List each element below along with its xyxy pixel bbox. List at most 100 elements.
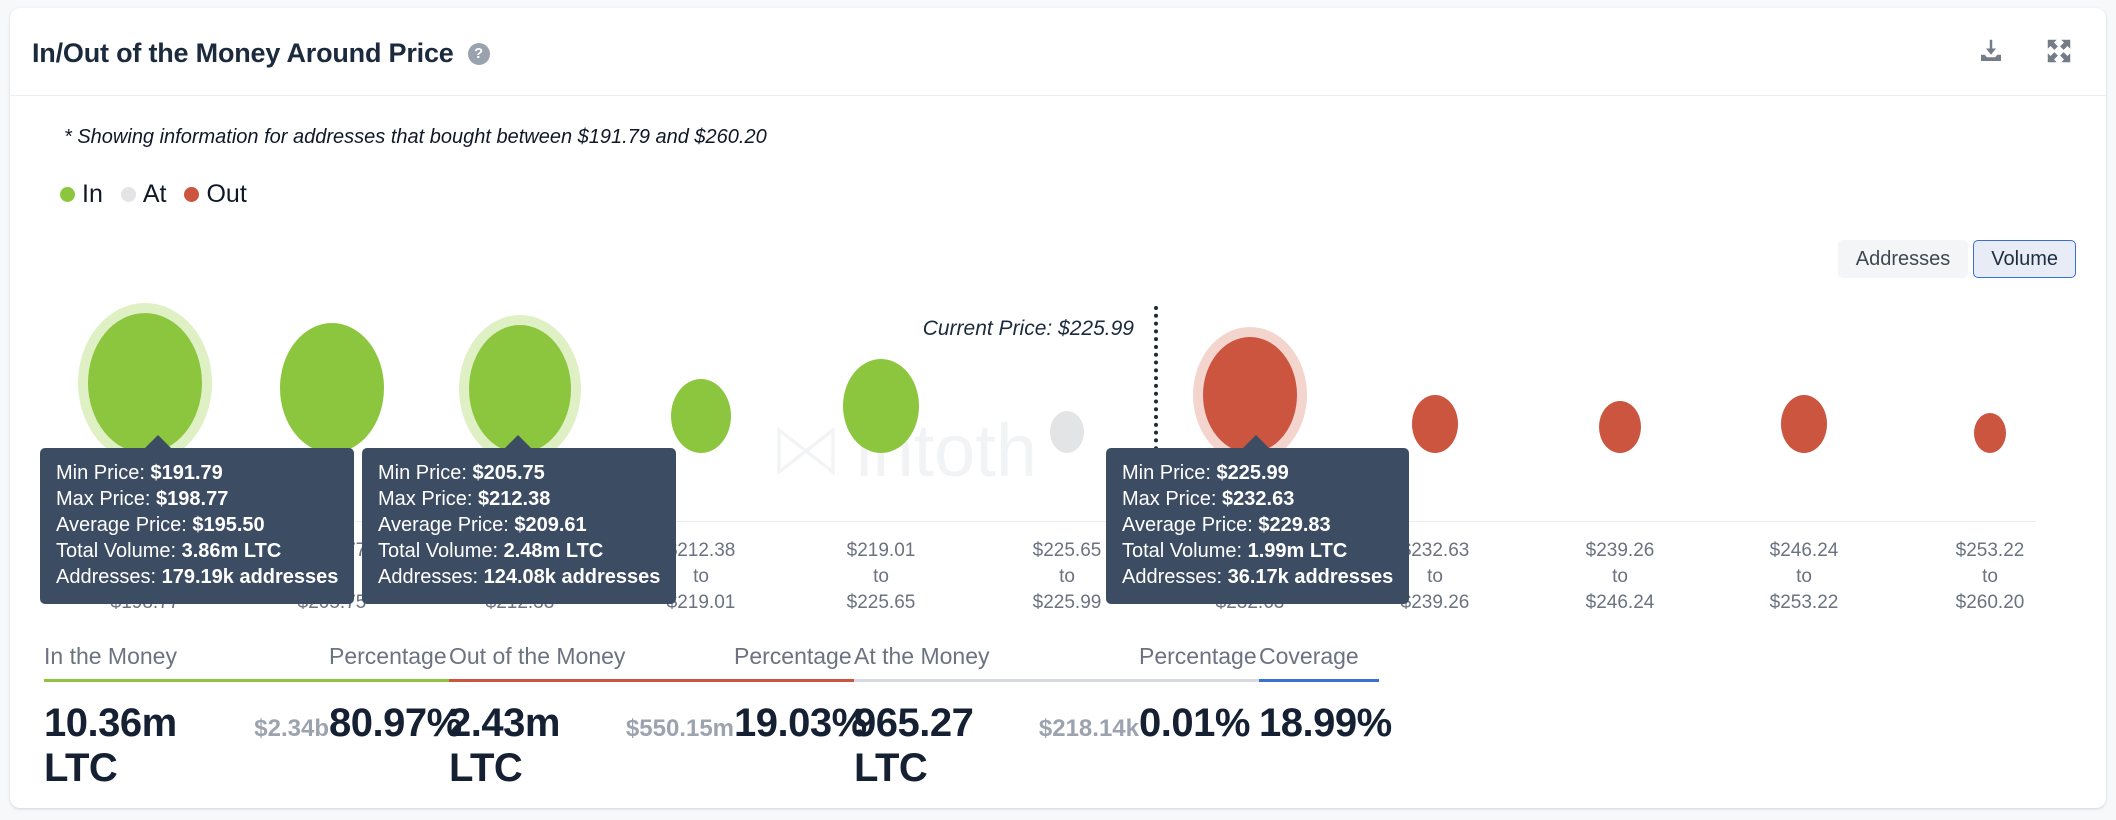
stat-value: 965.27 LTC xyxy=(854,701,974,790)
tooltip-total-volume: Total Volume: 1.99m LTC xyxy=(1122,538,1393,564)
x-axis-tick-line: $253.22 xyxy=(1769,592,1839,613)
tooltip-max-price-value: $232.63 xyxy=(1222,488,1295,510)
x-axis-tick-line: $225.65 xyxy=(1032,540,1102,561)
x-axis-tick-label: $219.01 to $225.65 xyxy=(847,538,916,616)
stat-rule xyxy=(854,679,1139,682)
stat-percentage-1: Percentage 80.97% xyxy=(329,643,462,746)
stat-out-of-the-money-2: Out of the Money 2.43m LTC $550.15m xyxy=(449,643,734,791)
stat-label: In the Money xyxy=(44,643,177,669)
tooltip-total-volume: Total Volume: 3.86m LTC xyxy=(56,538,338,564)
tooltip-avg-price-label: Average Price: xyxy=(378,514,515,536)
tooltip-avg-price-value: $209.61 xyxy=(514,514,587,536)
x-axis-tick-line: $239.26 xyxy=(1400,592,1470,613)
tooltip-min-price: Min Price: $225.99 xyxy=(1122,460,1393,486)
stat-subvalue: $550.15m xyxy=(625,715,734,742)
current-price-label: Current Price: $225.99 xyxy=(922,317,1134,340)
bubble-out-9[interactable] xyxy=(1781,395,1827,453)
bubble-in-4[interactable] xyxy=(843,359,919,453)
x-axis-tick-line: $260.20 xyxy=(1955,592,2025,613)
bubble-in-0[interactable] xyxy=(88,313,202,453)
tooltip-min-price-value: $191.79 xyxy=(150,462,223,484)
tooltip-max-price: Max Price: $198.77 xyxy=(56,486,338,512)
stat-values: 80.97% xyxy=(329,701,462,746)
stat-rule xyxy=(1259,679,1379,682)
x-axis-tick-line: $219.01 xyxy=(846,540,916,561)
stat-label: Percentage xyxy=(1139,643,1257,669)
x-axis-tick-line: to xyxy=(1982,566,1998,587)
x-axis-tick-label: $246.24 to $253.22 xyxy=(1770,538,1839,616)
x-axis-tick-line: $212.38 xyxy=(666,540,736,561)
x-axis-tick-line: to xyxy=(1612,566,1628,587)
chart-card: In/Out of the Money Around Price ? * Sho… xyxy=(10,8,2106,808)
stat-label: At the Money xyxy=(854,643,990,669)
stat-values: 18.99% xyxy=(1259,701,1392,746)
bubble-out-10[interactable] xyxy=(1974,413,2006,453)
tooltip-total-volume-value: 3.86m LTC xyxy=(181,540,282,562)
bubble-out-7[interactable] xyxy=(1412,395,1458,453)
stat-values: 19.03% xyxy=(734,701,867,746)
x-axis-tick-line: $225.65 xyxy=(846,592,916,613)
tooltip-max-price-label: Max Price: xyxy=(56,488,157,510)
stat-values: 0.01% xyxy=(1139,701,1259,746)
bubble-tooltip-2: Min Price: $225.99 Max Price: $232.63 Aver… xyxy=(1106,435,1410,604)
current-price-line xyxy=(1154,306,1158,466)
tooltip-addresses-label: Addresses: xyxy=(1122,566,1228,588)
stat-label: Out of the Money xyxy=(449,643,626,669)
stat-in-the-money-0: In the Money 10.36m LTC $2.34b xyxy=(44,643,329,791)
tooltip-addresses: Addresses: 36.17k addresses xyxy=(1122,564,1393,590)
bubble-in-3[interactable] xyxy=(671,379,731,453)
x-axis-tick-line: to xyxy=(873,566,889,587)
stat-value: 18.99% xyxy=(1259,701,1392,745)
tooltip-arrow-icon xyxy=(504,435,532,449)
stat-percentage-3: Percentage 19.03% xyxy=(734,643,867,746)
bubble-tooltip-1: Min Price: $205.75 Max Price: $212.38 Aver… xyxy=(362,435,677,604)
tooltip-max-price: Max Price: $212.38 xyxy=(378,486,660,512)
stat-rule xyxy=(734,679,854,682)
tooltip-min-price-label: Min Price: xyxy=(1122,462,1217,484)
bubble-at-5[interactable] xyxy=(1050,411,1084,453)
stat-label: Percentage xyxy=(734,643,852,669)
stat-at-the-money-4: At the Money 965.27 LTC $218.14k xyxy=(854,643,1139,791)
stat-value: 80.97% xyxy=(329,701,462,745)
tooltip-avg-price-value: $229.83 xyxy=(1258,514,1331,536)
tooltip-avg-price: Average Price: $195.50 xyxy=(56,512,338,538)
stat-label: Coverage xyxy=(1259,643,1359,669)
stat-rule xyxy=(1139,679,1259,682)
stat-rule xyxy=(449,679,734,682)
tooltip-min-price-value: $205.75 xyxy=(472,462,545,484)
x-axis-tick-line: $225.99 xyxy=(1032,592,1102,613)
tooltip-total-volume-value: 2.48m LTC xyxy=(503,540,604,562)
x-axis-tick-line: $232.63 xyxy=(1400,540,1470,561)
tooltip-addresses-label: Addresses: xyxy=(56,566,162,588)
x-axis-tick-label: $232.63 to $239.26 xyxy=(1401,538,1470,616)
tooltip-min-price: Min Price: $205.75 xyxy=(378,460,660,486)
stat-percentage-5: Percentage 0.01% xyxy=(1139,643,1259,746)
tooltip-addresses-value: 36.17k addresses xyxy=(1227,566,1394,588)
stat-value: 0.01% xyxy=(1139,701,1250,745)
stat-label: Percentage xyxy=(329,643,447,669)
bubble-in-1[interactable] xyxy=(280,323,384,453)
tooltip-min-price-value: $225.99 xyxy=(1216,462,1289,484)
tooltip-addresses: Addresses: 179.19k addresses xyxy=(56,564,338,590)
tooltip-max-price-value: $212.38 xyxy=(478,488,551,510)
tooltip-arrow-icon xyxy=(144,435,172,449)
stat-value: 2.43m LTC xyxy=(449,701,560,790)
tooltip-max-price-value: $198.77 xyxy=(156,488,229,510)
x-axis-tick-line: to xyxy=(1059,566,1075,587)
tooltip-addresses-label: Addresses: xyxy=(378,566,484,588)
tooltip-min-price-label: Min Price: xyxy=(56,462,151,484)
bubble-out-8[interactable] xyxy=(1599,401,1641,453)
bubble-in-2[interactable] xyxy=(469,325,571,453)
tooltip-total-volume-label: Total Volume: xyxy=(56,540,182,562)
tooltip-total-volume-value: 1.99m LTC xyxy=(1247,540,1348,562)
tooltip-avg-price-value: $195.50 xyxy=(192,514,265,536)
x-axis-tick-label: $225.65 to $225.99 xyxy=(1033,538,1102,616)
stat-value: 19.03% xyxy=(734,701,867,745)
tooltip-min-price: Min Price: $191.79 xyxy=(56,460,338,486)
summary-stats: In the Money 10.36m LTC $2.34b Percentage 80… xyxy=(44,643,1392,791)
x-axis-tick-line: to xyxy=(1796,566,1812,587)
tooltip-avg-price: Average Price: $229.83 xyxy=(1122,512,1393,538)
x-axis-tick-line: $219.01 xyxy=(666,592,736,613)
x-axis-tick-line: $253.22 xyxy=(1955,540,2025,561)
x-axis-tick-line: $246.24 xyxy=(1769,540,1839,561)
